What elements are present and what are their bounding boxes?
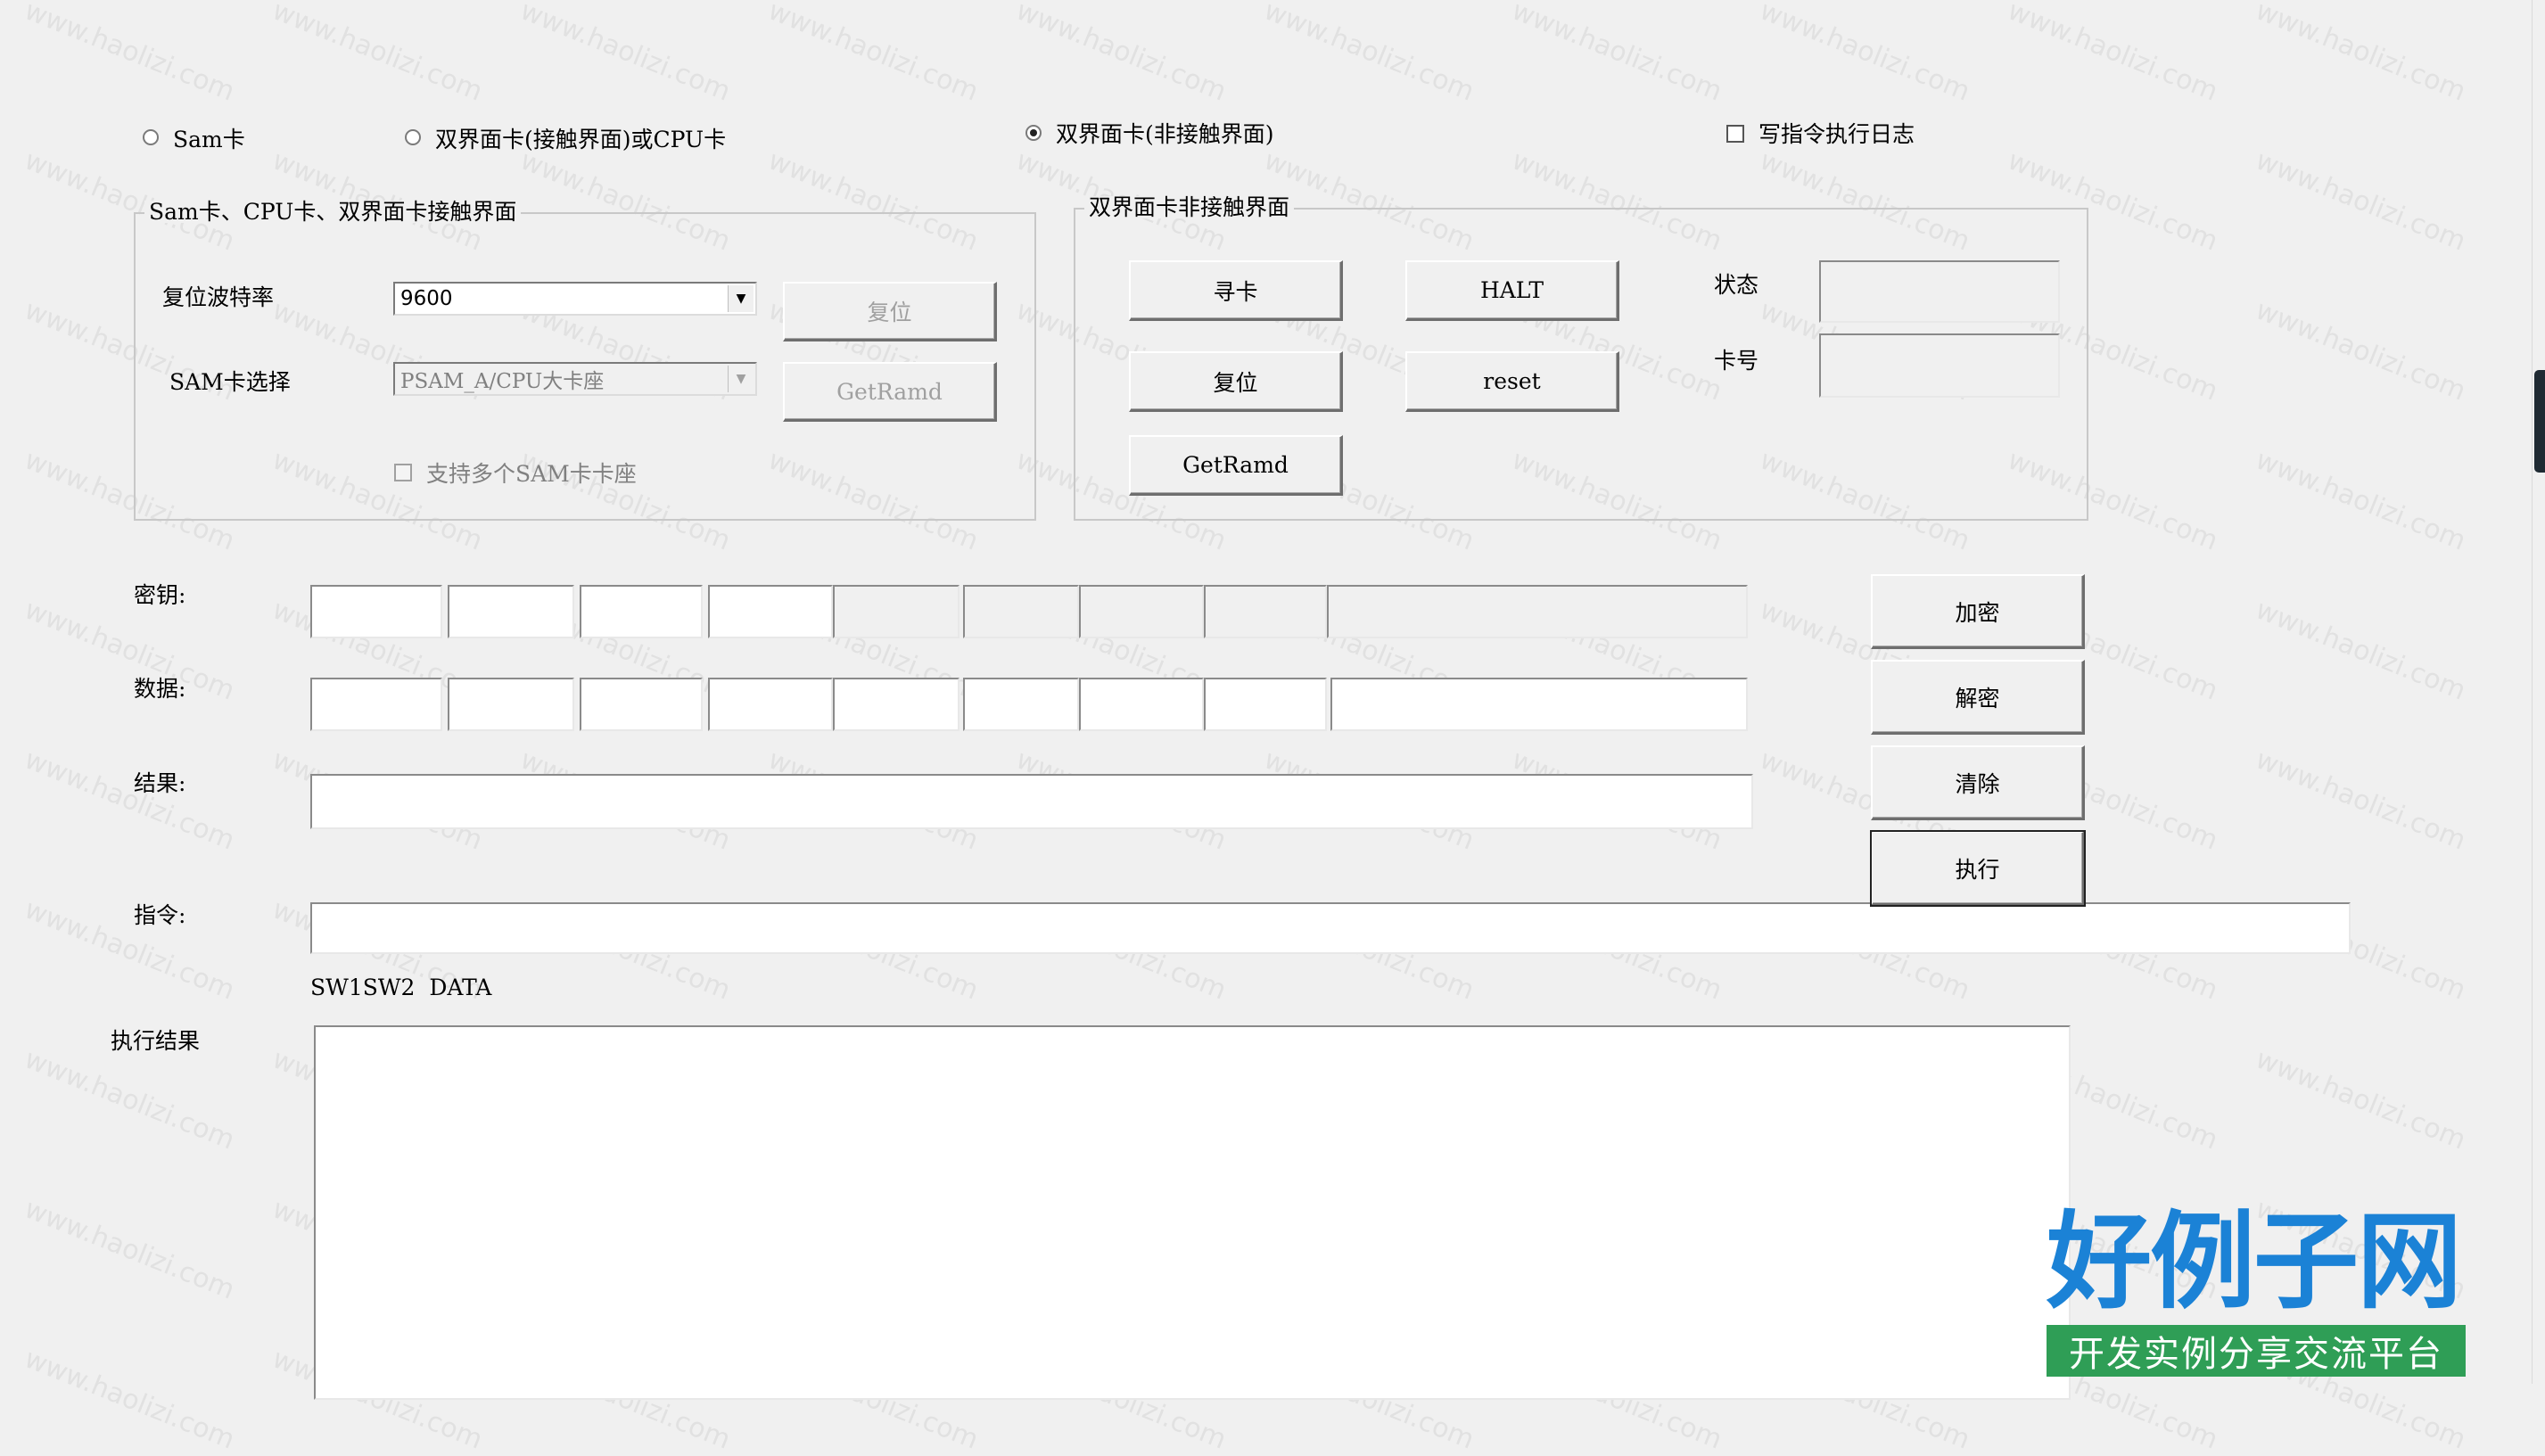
watermark-text: www.haolizi.com [763,0,983,108]
logo-sub-text: 开发实例分享交流平台 [2047,1325,2466,1377]
status-label: 状态 [1714,272,1759,298]
result-field[interactable] [310,774,1753,829]
radio-dual-contactless[interactable] [1025,125,1042,141]
multi-sam-checkbox[interactable] [394,464,412,481]
key-field-9[interactable] [1327,585,1748,638]
find-card-button[interactable]: 寻卡 [1129,260,1343,321]
contactless-interface-group-title: 双界面卡非接触界面 [1084,196,1295,218]
data-field-2[interactable] [448,678,574,731]
key-field-4[interactable] [708,585,833,638]
data-field-7[interactable] [1079,678,1204,731]
radio-dual-contact-label: 双界面卡(接触界面)或CPU卡 [435,127,727,152]
radio-dual-contact[interactable] [405,129,421,145]
write-log-label: 写指令执行日志 [1758,121,1915,147]
watermark-text: www.haolizi.com [2251,294,2470,407]
data-field-8[interactable] [1204,678,1327,731]
watermark-text: www.haolizi.com [20,1043,239,1156]
sam-select-value: PSAM_A/CPU大卡座 [400,370,605,393]
radio-sam-card[interactable] [143,129,159,145]
card-number-label: 卡号 [1714,348,1759,374]
data-field-9[interactable] [1330,678,1748,731]
command-label: 指令: [134,902,186,928]
key-field-6[interactable] [963,585,1079,638]
site-logo: 好例子网 开发实例分享交流平台 [2047,1209,2470,1378]
watermark-text: www.haolizi.com [268,0,487,108]
scrollbar-thumb[interactable] [2534,370,2545,473]
command-input[interactable] [310,902,2351,954]
key-field-1[interactable] [310,585,442,638]
baud-rate-select[interactable]: 9600 ▼ [393,282,757,316]
watermark-text: www.haolizi.com [20,594,239,707]
baud-rate-value: 9600 [400,287,453,310]
chevron-down-icon: ▼ [728,366,754,392]
key-label: 密钥: [134,582,186,608]
chevron-down-icon: ▼ [728,285,754,312]
logo-main-text: 好例子网 [2047,1199,2462,1323]
baud-rate-label: 复位波特率 [162,284,275,310]
status-field [1819,260,2060,323]
contactless-getramd-button[interactable]: GetRamd [1129,435,1343,496]
radio-dual-contactless-label: 双界面卡(非接触界面) [1056,121,1274,147]
key-field-2[interactable] [448,585,574,638]
sam-select-label: SAM卡选择 [169,369,291,395]
decrypt-button[interactable]: 解密 [1871,660,2085,735]
data-field-6[interactable] [963,678,1079,731]
data-field-4[interactable] [708,678,833,731]
watermark-text: www.haolizi.com [2251,0,2470,108]
execute-button[interactable]: 执行 [1870,830,2086,907]
watermark-text: www.haolizi.com [20,0,239,108]
watermark-text: www.haolizi.com [2251,1043,2470,1156]
output-label: 执行结果 [111,1028,201,1054]
watermark-text: www.haolizi.com [1011,0,1231,108]
watermark-text: www.haolizi.com [2003,0,2222,108]
radio-sam-card-label: Sam卡 [173,127,245,152]
clear-button[interactable]: 清除 [1871,745,2085,820]
card-number-field [1819,333,2060,398]
key-field-8[interactable] [1204,585,1327,638]
key-field-3[interactable] [580,585,703,638]
data-label: 数据: [134,676,186,702]
output-textarea[interactable] [314,1025,2071,1400]
watermark-text: www.haolizi.com [1259,0,1478,108]
contactless-reset-button[interactable]: 复位 [1129,351,1343,412]
watermark-text: www.haolizi.com [2251,144,2470,258]
result-label: 结果: [134,770,186,796]
watermark-text: www.haolizi.com [20,1193,239,1306]
data-field-3[interactable] [580,678,703,731]
contact-interface-group-title: Sam卡、CPU卡、双界面卡接触界面 [144,201,522,223]
key-field-5[interactable] [833,585,960,638]
watermark-text: www.haolizi.com [20,744,239,857]
write-log-checkbox[interactable] [1726,125,1744,143]
watermark-text: www.haolizi.com [1507,0,1726,108]
contact-reset-button[interactable]: 复位 [783,282,997,341]
watermark-text: www.haolizi.com [2251,594,2470,707]
reset-en-button[interactable]: reset [1405,351,1619,412]
watermark-text: www.haolizi.com [20,1343,239,1456]
data-field-5[interactable] [833,678,960,731]
key-field-7[interactable] [1079,585,1204,638]
encrypt-button[interactable]: 加密 [1871,574,2085,649]
watermark-text: www.haolizi.com [2251,744,2470,857]
halt-button[interactable]: HALT [1405,260,1619,321]
watermark-text: www.haolizi.com [1755,0,1974,108]
watermark-text: www.haolizi.com [20,893,239,1007]
multi-sam-label: 支持多个SAM卡卡座 [426,461,637,487]
output-columns-header: SW1SW2 DATA [310,975,492,1000]
data-field-1[interactable] [310,678,442,731]
sam-select[interactable]: PSAM_A/CPU大卡座 ▼ [393,362,757,396]
contact-getramd-button[interactable]: GetRamd [783,362,997,422]
vertical-scrollbar[interactable] [2532,0,2545,1384]
watermark-text: www.haolizi.com [515,0,735,108]
watermark-text: www.haolizi.com [2251,444,2470,557]
